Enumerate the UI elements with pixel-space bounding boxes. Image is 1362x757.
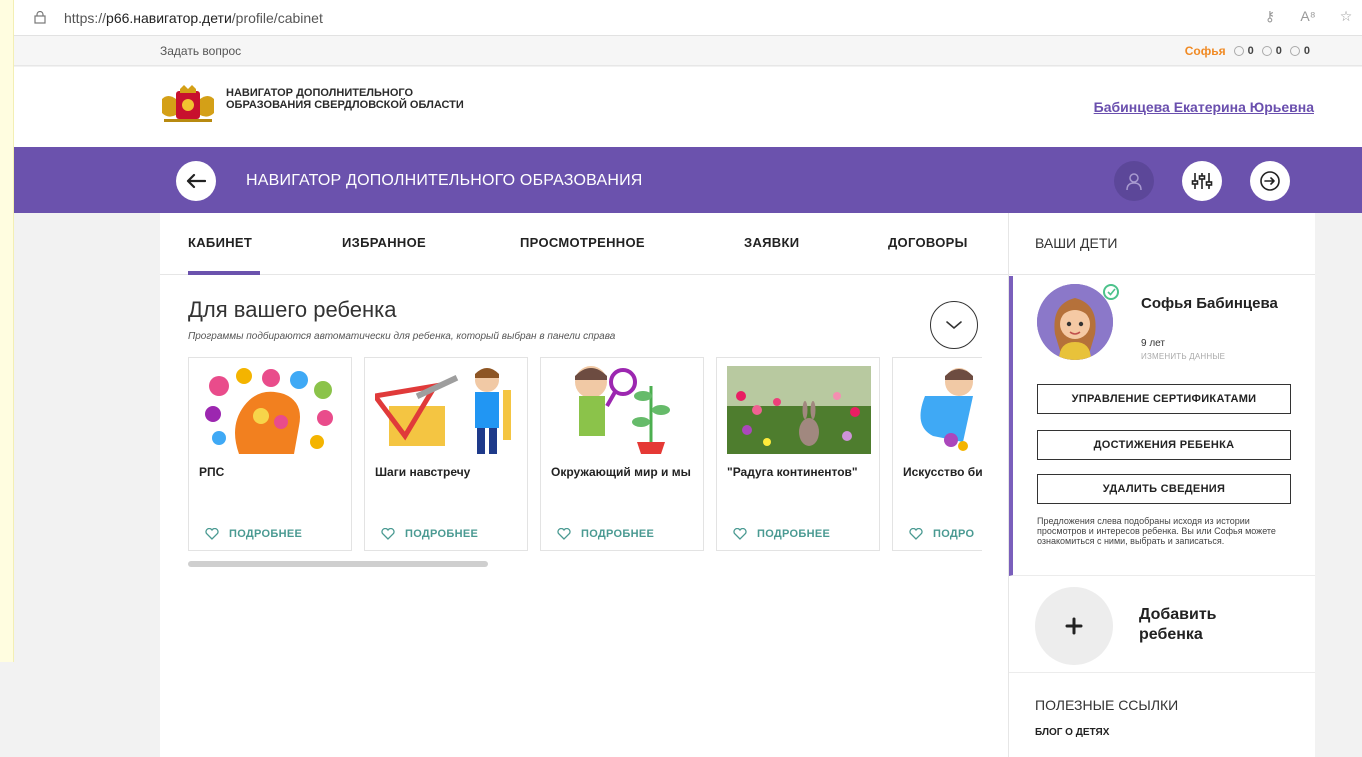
site-header: НАВИГАТОР ДОПОЛНИТЕЛЬНОГО ОБРАЗОВАНИЯ СВ… (14, 67, 1362, 147)
collapse-button[interactable] (930, 301, 978, 349)
useful-links-title: ПОЛЕЗНЫЕ ССЫЛКИ (1035, 697, 1179, 713)
heart-icon[interactable] (733, 528, 747, 540)
url-field[interactable]: https://р66.навигатор.дети/profile/cabin… (64, 10, 323, 26)
program-title[interactable]: "Радуга континентов" (727, 466, 877, 479)
program-title[interactable]: Окружающий мир и мы (551, 466, 701, 479)
more-label[interactable]: ПОДРОБНЕЕ (405, 528, 478, 540)
nav-title: НАВИГАТОР ДОПОЛНИТЕЛЬНОГО ОБРАЗОВАНИЯ (246, 172, 643, 189)
program-card[interactable]: Искусство бисероплет ПОДРО (892, 357, 982, 551)
url-domain: р66.навигатор.дети (106, 10, 232, 26)
user-icon (1126, 173, 1142, 191)
delete-info-button[interactable]: УДАЛИТЬ СВЕДЕНИЯ (1037, 474, 1291, 504)
program-card[interactable]: "Радуга континентов" ПОДРОБНЕЕ (716, 357, 880, 551)
plus-icon (1065, 617, 1083, 635)
url-prefix: https:// (64, 10, 107, 26)
ask-question-link[interactable]: Задать вопрос (160, 44, 241, 58)
sliders-icon (1191, 173, 1213, 189)
read-aloud-icon[interactable]: A⁸ (1298, 8, 1318, 25)
child-stats: Софья 0 0 0 (1185, 44, 1314, 58)
stat-medal-icon (1261, 46, 1272, 56)
left-edge-stripe (0, 0, 14, 662)
more-link[interactable]: ПОДРОБНЕЕ (381, 528, 478, 540)
child-avatar[interactable] (1037, 284, 1113, 360)
tab-viewed[interactable]: ПРОСМОТРЕННОЕ (520, 235, 645, 250)
right-margin (1315, 213, 1362, 757)
program-image (903, 366, 982, 454)
main-nav-bar: НАВИГАТОР ДОПОЛНИТЕЛЬНОГО ОБРАЗОВАНИЯ (14, 147, 1362, 213)
tab-favorites[interactable]: ИЗБРАННОЕ (342, 235, 426, 250)
manage-certificates-button[interactable]: УПРАВЛЕНИЕ СЕРТИФИКАТАМИ (1037, 384, 1291, 414)
stat-clock-icon (1289, 46, 1300, 56)
tab-cabinet[interactable]: КАБИНЕТ (188, 235, 252, 250)
child-avatar-icon (1037, 284, 1113, 360)
program-card[interactable]: Шаги навстречу ПОДРОБНЕЕ (364, 357, 528, 551)
recommendation-note: Предложения слева подобраны исходя из ис… (1037, 516, 1276, 546)
child-full-name: Софья Бабинцева (1141, 295, 1278, 312)
stat-count-1: 0 (1247, 45, 1254, 57)
add-child-block[interactable]: Добавить ребенка (1009, 577, 1316, 673)
utility-bar: Задать вопрос Софья 0 0 0 (14, 36, 1362, 66)
child-card: Софья Бабинцева 9 лет ИЗМЕНИТЬ ДАННЫЕ УП… (1009, 276, 1316, 576)
profile-button[interactable] (1114, 161, 1154, 201)
section-subtitle: Программы подбираются автоматически для … (188, 331, 616, 342)
exit-arrow-icon (1260, 171, 1280, 191)
heart-icon[interactable] (557, 528, 571, 540)
add-child-label[interactable]: Добавить ребенка (1139, 605, 1259, 645)
program-image (727, 366, 871, 454)
program-card[interactable]: РПС ПОДРОБНЕЕ (188, 357, 352, 551)
sidebar-title: ВАШИ ДЕТИ (1035, 235, 1118, 251)
blog-link[interactable]: БЛОГ О ДЕТЯХ (1035, 727, 1109, 738)
program-carousel: РПС ПОДРОБНЕЕ Шаги навстречу ПОДРОБНЕЕ О… (188, 357, 982, 553)
program-card[interactable]: Окружающий мир и мы ПОДРОБНЕЕ (540, 357, 704, 551)
heart-icon[interactable] (205, 528, 219, 540)
more-link[interactable]: ПОДРОБНЕЕ (557, 528, 654, 540)
program-title[interactable]: Искусство бисероплет (903, 466, 982, 479)
heart-icon[interactable] (381, 528, 395, 540)
lock-icon (34, 11, 46, 24)
active-tab-indicator (188, 271, 260, 275)
program-title[interactable]: Шаги навстречу (375, 466, 525, 479)
more-label[interactable]: ПОДРО (933, 528, 974, 540)
tab-contracts[interactable]: ДОГОВОРЫ (888, 235, 968, 250)
more-link[interactable]: ПОДРО (909, 528, 974, 540)
carousel-scrollbar[interactable] (188, 561, 488, 567)
more-label[interactable]: ПОДРОБНЕЕ (581, 528, 654, 540)
more-label[interactable]: ПОДРОБНЕЕ (229, 528, 302, 540)
browser-address-bar: https://р66.навигатор.дети/profile/cabin… (0, 0, 1362, 36)
arrow-left-icon (186, 173, 206, 189)
favorite-star-icon[interactable]: ☆ (1336, 8, 1356, 25)
more-link[interactable]: ПОДРОБНЕЕ (733, 528, 830, 540)
more-label[interactable]: ПОДРОБНЕЕ (757, 528, 830, 540)
stat-circle-icon (1233, 46, 1244, 56)
main-content: КАБИНЕТ ИЗБРАННОЕ ПРОСМОТРЕННОЕ ЗАЯВКИ Д… (160, 213, 1008, 757)
stat-count-3: 0 (1303, 45, 1310, 57)
selected-check-icon (1103, 284, 1119, 300)
tab-applications[interactable]: ЗАЯВКИ (744, 235, 799, 250)
user-profile-link[interactable]: Бабинцева Екатерина Юрьевна (1094, 99, 1314, 115)
section-title: Для вашего ребенка (188, 297, 397, 322)
program-title[interactable]: РПС (199, 466, 349, 479)
filter-button[interactable] (1182, 161, 1222, 201)
logout-button[interactable] (1250, 161, 1290, 201)
key-icon[interactable]: ⚷ (1260, 8, 1280, 25)
program-image (375, 366, 519, 454)
back-button[interactable] (176, 161, 216, 201)
add-child-button[interactable] (1035, 587, 1125, 665)
cabinet-tabs: КАБИНЕТ ИЗБРАННОЕ ПРОСМОТРЕННОЕ ЗАЯВКИ Д… (160, 213, 1008, 275)
child-age: 9 лет (1141, 338, 1165, 349)
sidebar-header: ВАШИ ДЕТИ (1009, 213, 1316, 275)
edit-child-link[interactable]: ИЗМЕНИТЬ ДАННЫЕ (1141, 352, 1225, 361)
chevron-down-icon (946, 321, 962, 330)
child-achievements-button[interactable]: ДОСТИЖЕНИЯ РЕБЕНКА (1037, 430, 1291, 460)
heart-icon[interactable] (909, 528, 923, 540)
program-image (199, 366, 343, 454)
url-path: /profile/cabinet (231, 10, 323, 26)
current-child-name[interactable]: Софья (1185, 44, 1226, 58)
children-sidebar: ВАШИ ДЕТИ Софья Бабинцева 9 лет ИЗМЕНИТЬ… (1008, 213, 1316, 757)
program-image (551, 366, 695, 454)
stat-count-2: 0 (1275, 45, 1282, 57)
region-emblem-icon[interactable] (160, 85, 216, 123)
more-link[interactable]: ПОДРОБНЕЕ (205, 528, 302, 540)
logo-text[interactable]: НАВИГАТОР ДОПОЛНИТЕЛЬНОГО ОБРАЗОВАНИЯ СВ… (226, 87, 486, 111)
